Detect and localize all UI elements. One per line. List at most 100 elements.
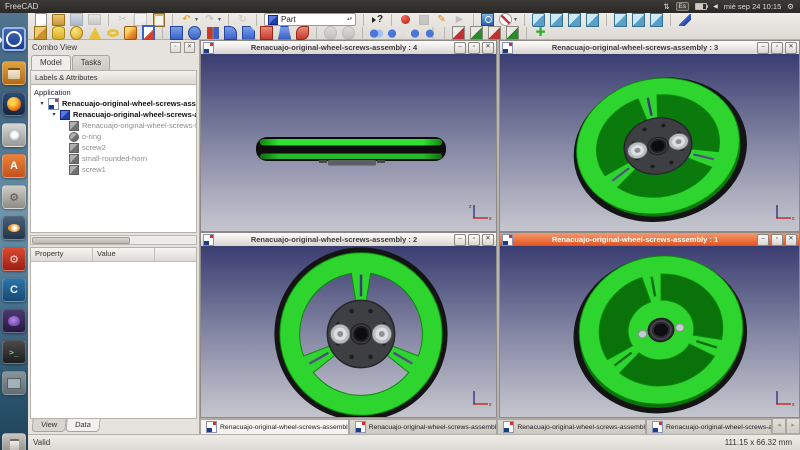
undo-dropdown-caret[interactable]: ▾ [195, 16, 198, 23]
cut-icon[interactable]: ✂ [116, 13, 129, 26]
macro-play-icon[interactable]: ▶ [453, 13, 466, 26]
workbench-spinner[interactable]: ▴▾ [347, 17, 352, 22]
session-gear-icon[interactable]: ⚙ [787, 2, 794, 11]
window-tab-3[interactable]: Renacuajo-original-wheel-screws-assembly… [497, 419, 646, 434]
top-view-icon[interactable] [568, 13, 581, 26]
measure-icon[interactable] [678, 13, 691, 26]
boolean-cut-icon[interactable] [406, 26, 419, 39]
sweep-icon[interactable] [296, 26, 309, 39]
tree-item-assembly[interactable]: ▾ Renacuajo-original-wheel-screws-assemb… [31, 109, 196, 120]
sphere-icon[interactable] [70, 26, 83, 39]
expander-icon[interactable]: ▾ [51, 111, 57, 118]
restore-icon[interactable]: ▫ [468, 234, 480, 246]
chamfer-icon[interactable] [242, 26, 255, 39]
minimize-icon[interactable]: – [757, 234, 769, 246]
viewport-4[interactable]: x z [201, 54, 496, 231]
viewport-2[interactable]: x [201, 246, 496, 417]
close-icon[interactable]: ✕ [482, 42, 494, 54]
convert-solid-icon[interactable] [506, 26, 519, 39]
window-tab-4[interactable]: Renacuajo-original-wheel-screws-assembly [646, 419, 772, 434]
tab-tasks[interactable]: Tasks [72, 55, 110, 70]
focused-app-title[interactable]: FreeCAD [0, 2, 38, 11]
close-icon[interactable]: ✕ [785, 234, 797, 246]
draw-style-icon[interactable] [499, 13, 512, 26]
clock[interactable]: mié sep 24 10:15 [724, 2, 782, 11]
cone-icon[interactable] [88, 26, 101, 39]
redo-dropdown-caret[interactable]: ▾ [218, 16, 221, 23]
tab-model[interactable]: Model [31, 55, 71, 70]
column-property[interactable]: Property [31, 248, 93, 261]
draw-style-caret[interactable]: ▾ [514, 16, 517, 23]
launcher-item-archive[interactable] [2, 371, 26, 395]
launcher-item-software-center[interactable]: A [2, 154, 26, 178]
window-3-titlebar[interactable]: Renacuajo-original-wheel-screws-assembly… [500, 41, 799, 55]
battery-icon[interactable] [695, 3, 707, 10]
macro-edit-icon[interactable]: ✎ [435, 13, 448, 26]
expander-icon[interactable]: ▾ [39, 100, 45, 107]
mdi-window-2[interactable]: Renacuajo-original-wheel-screws-assembly… [200, 232, 497, 418]
boolean-section-icon[interactable] [424, 26, 437, 39]
refresh-icon[interactable]: ↻ [236, 13, 249, 26]
workbench-selector[interactable]: Part ▴▾ [264, 13, 356, 26]
launcher-item-firefox[interactable] [2, 92, 26, 116]
new-document-icon[interactable] [34, 13, 47, 26]
column-value[interactable]: Value [93, 248, 155, 261]
print-icon[interactable] [88, 13, 101, 26]
launcher-item-freecad[interactable] [2, 27, 26, 51]
mirror-icon[interactable] [206, 26, 219, 39]
extrude-icon[interactable] [170, 26, 183, 39]
launcher-item-c-app[interactable]: C [2, 278, 26, 302]
shape-builder-icon[interactable] [142, 26, 155, 39]
tree-item-o-ring[interactable]: o-ring [31, 131, 196, 142]
tree-item-wheel-final[interactable]: Renacuajo-original-wheel-screws-final [31, 120, 196, 131]
minimize-icon[interactable]: – [454, 234, 466, 246]
tab-scroll-right-icon[interactable]: ▸ [786, 418, 800, 434]
panel-float-icon[interactable]: ▫ [170, 42, 181, 53]
rear-view-icon[interactable] [614, 13, 627, 26]
launcher-item-blender[interactable] [2, 216, 26, 240]
tab-data[interactable]: Data [65, 419, 100, 432]
window-tab-2[interactable]: Renacuajo-original-wheel-screws-assembly… [349, 419, 498, 434]
window-tab-1[interactable]: Renacuajo-original-wheel-screws-assembly… [200, 419, 349, 434]
mdi-window-4[interactable]: Renacuajo-original-wheel-screws-assembly… [200, 40, 497, 232]
front-view-icon[interactable] [550, 13, 563, 26]
add-item-icon[interactable]: ✚ [534, 26, 547, 39]
launcher-item-terminal[interactable]: >_ [2, 340, 26, 364]
ruled-surface-icon[interactable] [260, 26, 273, 39]
minimize-icon[interactable]: – [454, 42, 466, 54]
mdi-window-1[interactable]: Renacuajo-original-wheel-screws-assembly… [499, 232, 800, 418]
network-icon[interactable]: ⇅ [663, 2, 669, 11]
cylinder-icon[interactable] [52, 26, 65, 39]
tab-scroll-left-icon[interactable]: ◂ [772, 418, 786, 434]
tree-item-small-rounded-horn[interactable]: small-rounded-horn [31, 153, 196, 164]
scrollbar-thumb[interactable] [32, 237, 130, 244]
restore-icon[interactable]: ▫ [771, 234, 783, 246]
offset-icon[interactable] [324, 26, 337, 39]
create-primitives-icon[interactable] [124, 26, 137, 39]
tree-item-document[interactable]: ▾ Renacuajo-original-wheel-screws-assemb… [31, 98, 196, 109]
save-icon[interactable] [70, 13, 83, 26]
right-view-icon[interactable] [586, 13, 599, 26]
boolean-union-icon[interactable] [370, 26, 383, 39]
minimize-icon[interactable]: – [757, 42, 769, 54]
thickness-icon[interactable] [342, 26, 355, 39]
box-icon[interactable] [34, 26, 47, 39]
loft-icon[interactable] [278, 26, 291, 39]
left-view-icon[interactable] [650, 13, 663, 26]
revolve-icon[interactable] [188, 26, 201, 39]
open-icon[interactable] [52, 13, 65, 26]
launcher-item-trash[interactable] [2, 433, 26, 450]
viewport-1[interactable]: x [500, 246, 799, 417]
boolean-common-icon[interactable] [388, 26, 401, 39]
tree-item-screw2[interactable]: screw2 [31, 142, 196, 153]
torus-icon[interactable] [106, 26, 119, 39]
window-2-titlebar[interactable]: Renacuajo-original-wheel-screws-assembly… [201, 233, 496, 247]
window-4-titlebar[interactable]: Renacuajo-original-wheel-screws-assembly… [201, 41, 496, 55]
launcher-item-browser[interactable] [2, 123, 26, 147]
window-1-titlebar[interactable]: Renacuajo-original-wheel-screws-assembly… [500, 233, 799, 247]
launcher-item-settings[interactable]: ⚙ [2, 185, 26, 209]
fit-all-icon[interactable] [481, 13, 494, 26]
tree-item-application[interactable]: Application [31, 87, 196, 98]
close-icon[interactable]: ✕ [482, 234, 494, 246]
tree-horizontal-scrollbar[interactable] [30, 235, 197, 245]
